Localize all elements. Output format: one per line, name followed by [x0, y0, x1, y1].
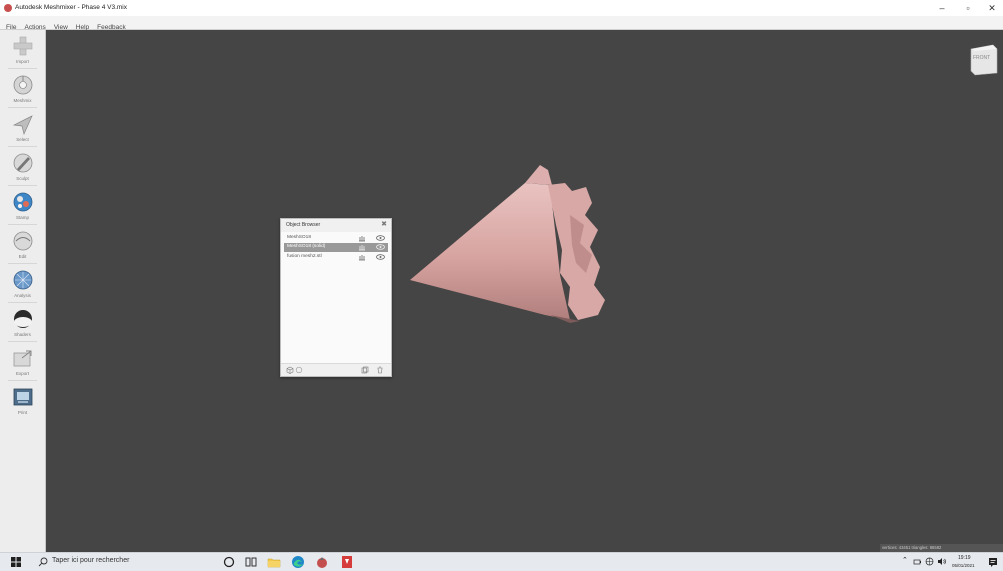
- object-name: MeshSO18: [287, 235, 311, 240]
- tool-label: Import: [16, 59, 29, 64]
- cube-icon[interactable]: [286, 366, 294, 374]
- tool-label: Select: [16, 137, 29, 142]
- window-title: Autodesk Meshmixer - Phase 4 V3.mix: [15, 4, 127, 11]
- tool-shaders[interactable]: Shaders: [0, 306, 45, 344]
- clock-date[interactable]: 05/01/2021: [952, 563, 975, 568]
- tool-meshmix[interactable]: Meshmix: [0, 72, 45, 110]
- meshmixer-app-icon: [4, 4, 12, 12]
- edge-icon[interactable]: [291, 555, 305, 569]
- eye-icon[interactable]: [376, 234, 385, 242]
- divider: [8, 68, 37, 69]
- divider: [8, 224, 37, 225]
- print-icon: [13, 388, 33, 406]
- refresh-icon[interactable]: [295, 366, 303, 374]
- hand-icon[interactable]: [358, 243, 366, 251]
- tool-export[interactable]: Export: [0, 345, 45, 383]
- import-icon: [13, 36, 33, 56]
- clock-time[interactable]: 19:19: [958, 555, 971, 561]
- edit-icon: [13, 231, 33, 251]
- object-name: MeshSO18 (solid): [287, 244, 326, 249]
- stamp-icon: [13, 192, 33, 212]
- view-cube-label: FRONT: [973, 55, 991, 61]
- object-browser-header: Object Browser ✖: [281, 219, 391, 232]
- eye-icon[interactable]: [376, 253, 385, 261]
- network-icon[interactable]: [925, 557, 934, 566]
- trash-icon[interactable]: [376, 366, 384, 374]
- tool-edit[interactable]: Edit: [0, 228, 45, 266]
- search-icon: [38, 557, 48, 567]
- cortana-icon[interactable]: [222, 555, 236, 569]
- menu-bar: File Actions View Help Feedback: [0, 16, 1003, 31]
- divider: [8, 341, 37, 342]
- search-placeholder: Taper ici pour rechercher: [52, 557, 130, 564]
- sculpt-icon: [13, 153, 33, 173]
- tool-label: Analysis: [14, 293, 31, 298]
- tool-label: Meshmix: [13, 98, 32, 103]
- file-explorer-icon[interactable]: [267, 555, 281, 569]
- object-browser-footer: [281, 363, 391, 376]
- tool-select[interactable]: Select: [0, 111, 45, 149]
- tool-import[interactable]: Import: [0, 33, 45, 71]
- shaders-icon: [14, 310, 32, 328]
- taskbar-search[interactable]: Taper ici pour rechercher: [34, 554, 198, 570]
- object-row-selected[interactable]: MeshSO18 (solid): [284, 243, 388, 252]
- mesh-model[interactable]: [400, 155, 620, 330]
- task-view-icon[interactable]: [244, 555, 258, 569]
- divider: [8, 107, 37, 108]
- maximize-button[interactable]: ▫: [956, 0, 980, 16]
- select-icon: [12, 115, 33, 135]
- notifications-icon[interactable]: [988, 557, 998, 567]
- left-toolbar: Import Meshmix Select Sculpt Stamp Edit …: [0, 30, 46, 552]
- object-row[interactable]: MeshSO18: [284, 234, 388, 243]
- tool-label: Stamp: [15, 215, 29, 220]
- tray-chevron-icon[interactable]: ⌃: [902, 556, 908, 564]
- divider: [8, 302, 37, 303]
- cone-body: [410, 183, 570, 320]
- close-button[interactable]: ✕: [980, 0, 1003, 16]
- divider: [8, 146, 37, 147]
- windows-start-icon[interactable]: [11, 557, 21, 567]
- pdf-reader-icon[interactable]: [340, 555, 354, 569]
- analysis-icon: [13, 270, 33, 290]
- battery-icon[interactable]: [913, 557, 922, 566]
- tool-label: Shaders: [14, 332, 31, 337]
- tool-analysis[interactable]: Analysis: [0, 267, 45, 305]
- hand-icon[interactable]: [358, 234, 366, 242]
- eye-icon[interactable]: [376, 243, 385, 251]
- divider: [8, 263, 37, 264]
- tool-print[interactable]: Print: [0, 384, 45, 422]
- object-browser-title: Object Browser: [286, 222, 321, 228]
- close-icon[interactable]: ✖: [381, 221, 387, 229]
- windows-taskbar: Taper ici pour rechercher ⌃ 19:19 05/01/…: [0, 552, 1003, 571]
- tool-label: Print: [17, 410, 28, 415]
- object-row[interactable]: fusion mesh2.stl: [284, 253, 388, 262]
- hand-icon[interactable]: [358, 253, 366, 261]
- mesh-statistics: vertices: 43451 triangles: 86582: [880, 544, 1003, 552]
- meshmixer-taskbar-icon[interactable]: [315, 555, 329, 569]
- object-browser-panel: Object Browser ✖ MeshSO18 MeshSO18 (soli…: [280, 218, 392, 377]
- divider: [8, 185, 37, 186]
- volume-icon[interactable]: [937, 557, 947, 566]
- title-bar: Autodesk Meshmixer - Phase 4 V3.mix – ▫ …: [0, 0, 1003, 16]
- cone-tip-edge: [525, 165, 552, 185]
- tool-stamp[interactable]: Stamp: [0, 189, 45, 227]
- tool-label: Export: [15, 371, 29, 376]
- view-cube[interactable]: FRONT: [968, 42, 998, 76]
- export-icon: [13, 350, 32, 367]
- tool-label: Edit: [18, 254, 27, 259]
- minimize-button[interactable]: –: [930, 0, 954, 16]
- tool-sculpt[interactable]: Sculpt: [0, 150, 45, 188]
- meshmix-icon: [13, 75, 33, 95]
- duplicate-icon[interactable]: [361, 366, 369, 374]
- divider: [8, 380, 37, 381]
- object-name: fusion mesh2.stl: [287, 254, 322, 259]
- tool-label: Sculpt: [16, 176, 29, 181]
